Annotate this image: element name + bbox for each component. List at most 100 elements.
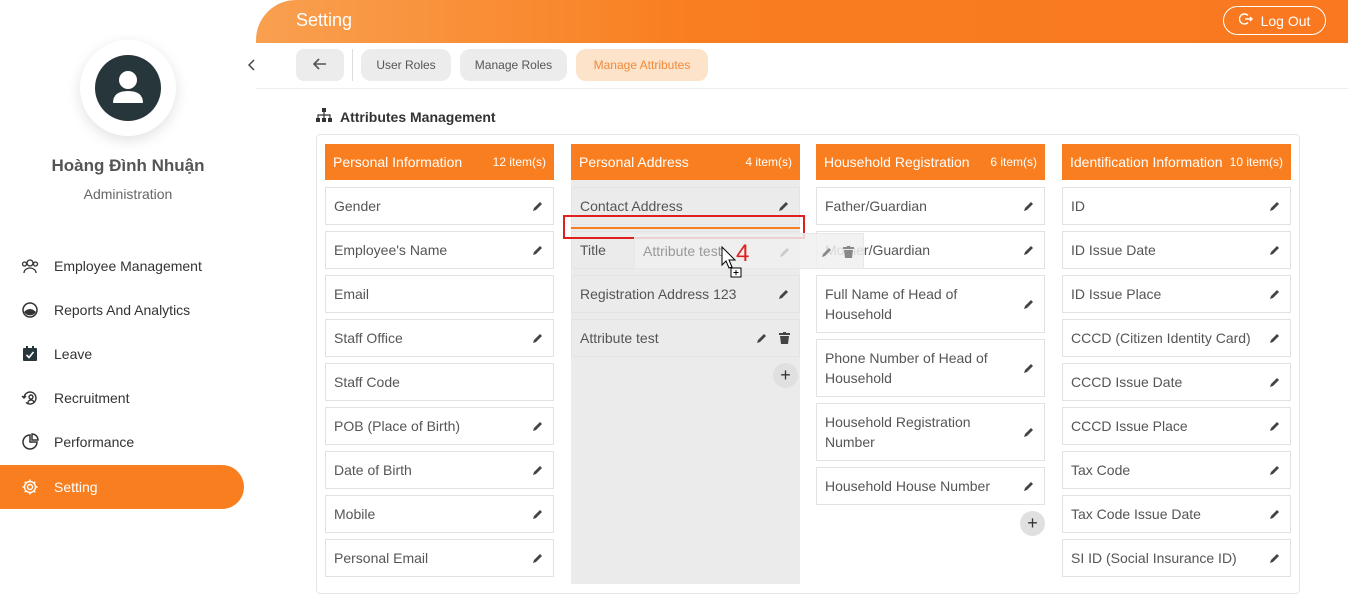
pencil-icon[interactable] (1268, 375, 1282, 389)
column-title: Household Registration (824, 154, 970, 170)
pencil-icon[interactable] (1022, 199, 1036, 213)
column-count: 12 item(s) (492, 155, 546, 169)
pencil-icon[interactable] (531, 419, 545, 433)
nav-label: Performance (54, 434, 135, 450)
pencil-icon[interactable] (531, 507, 545, 521)
pencil-icon[interactable] (1022, 243, 1036, 257)
attribute-label: SI ID (Social Insurance ID) (1071, 550, 1237, 566)
pencil-icon[interactable] (531, 243, 545, 257)
attribute-card[interactable]: ID Issue Date (1062, 231, 1291, 269)
column-header[interactable]: Identification Information 10 item(s) (1062, 144, 1291, 180)
attribute-card[interactable]: Personal Email (325, 539, 554, 577)
nav-recruitment[interactable]: Recruitment (0, 376, 244, 420)
tab-user-roles[interactable]: User Roles (361, 49, 451, 81)
pencil-icon[interactable] (531, 463, 545, 477)
attribute-card[interactable]: POB (Place of Birth) (325, 407, 554, 445)
attribute-card[interactable]: Tax Code Issue Date (1062, 495, 1291, 533)
top-header: Setting Log Out (256, 0, 1348, 43)
attribute-card[interactable]: CCCD (Citizen Identity Card) (1062, 319, 1291, 357)
section-title: Attributes Management (316, 108, 496, 125)
attribute-label: POB (Place of Birth) (334, 418, 461, 434)
pencil-icon[interactable] (531, 199, 545, 213)
nav-performance[interactable]: Performance (0, 420, 244, 464)
back-button[interactable] (296, 49, 344, 81)
attribute-card[interactable]: ID Issue Place (1062, 275, 1291, 313)
pencil-icon[interactable] (1268, 331, 1282, 345)
collapse-sidebar-icon[interactable] (247, 58, 256, 74)
attribute-card[interactable]: ID (1062, 187, 1291, 225)
pencil-icon[interactable] (1268, 419, 1282, 433)
avatar[interactable] (80, 40, 176, 136)
nav-employee-management[interactable]: Employee Management (0, 244, 244, 288)
attribute-card[interactable]: Staff Code (325, 363, 554, 401)
section-title-text: Attributes Management (340, 108, 496, 125)
nav-leave[interactable]: Leave (0, 332, 244, 376)
pencil-icon[interactable] (1268, 507, 1282, 521)
attribute-card[interactable]: Father/Guardian (816, 187, 1045, 225)
tab-bar: User Roles Manage Roles Manage Attribute… (256, 43, 1348, 89)
attribute-card[interactable]: CCCD Issue Date (1062, 363, 1291, 401)
pencil-icon[interactable] (777, 199, 791, 213)
pencil-icon[interactable] (1022, 361, 1036, 375)
attribute-card[interactable]: Staff Office (325, 319, 554, 357)
logout-button[interactable]: Log Out (1223, 6, 1326, 35)
add-attribute-button[interactable]: + (1020, 511, 1045, 536)
pencil-icon[interactable] (1268, 287, 1282, 301)
column-title: Personal Information (333, 154, 463, 170)
add-attribute-button[interactable]: + (773, 363, 798, 388)
attribute-card[interactable]: Household House Number (816, 467, 1045, 505)
attribute-card[interactable]: Date of Birth (325, 451, 554, 489)
tab-manage-attributes[interactable]: Manage Attributes (576, 49, 708, 81)
column-header[interactable]: Personal Address 4 item(s) (571, 144, 800, 180)
plus-icon: + (780, 365, 791, 385)
trash-icon[interactable] (777, 331, 791, 345)
pencil-icon[interactable] (531, 331, 545, 345)
divider (352, 49, 353, 81)
pencil-icon[interactable] (1268, 199, 1282, 213)
column-identification-information: Identification Information 10 item(s) ID… (1062, 144, 1291, 584)
attribute-card[interactable]: Employee's Name (325, 231, 554, 269)
users-icon (20, 256, 40, 276)
attribute-card[interactable]: Gender (325, 187, 554, 225)
gear-icon (20, 477, 40, 497)
tab-manage-roles[interactable]: Manage Roles (460, 49, 567, 81)
attribute-label: ID Issue Date (1071, 242, 1156, 258)
attribute-label: Tax Code Issue Date (1071, 506, 1201, 522)
attribute-card[interactable]: CCCD Issue Place (1062, 407, 1291, 445)
column-header[interactable]: Personal Information 12 item(s) (325, 144, 554, 180)
attribute-card[interactable]: Email (325, 275, 554, 313)
attribute-card[interactable]: Household Registration Number (816, 403, 1045, 461)
pencil-icon[interactable] (1268, 463, 1282, 477)
attribute-label: Household Registration Number (825, 414, 971, 450)
attribute-card[interactable]: Tax Code (1062, 451, 1291, 489)
attribute-card[interactable]: Registration Address 123 (571, 275, 800, 313)
column-header[interactable]: Household Registration 6 item(s) (816, 144, 1045, 180)
attribute-card[interactable]: Phone Number of Head of Household (816, 339, 1045, 397)
column-title: Identification Information (1070, 154, 1223, 170)
attribute-card[interactable]: Attribute test (571, 319, 800, 357)
pencil-icon[interactable] (777, 287, 791, 301)
attribute-card[interactable]: Full Name of Head of Household (816, 275, 1045, 333)
attribute-label: Registration Address 123 (580, 286, 737, 302)
pencil-icon[interactable] (1022, 425, 1036, 439)
sidebar: Hoàng Đình Nhuận Administration Employee… (0, 0, 256, 584)
sitemap-icon (316, 108, 332, 125)
pencil-icon[interactable] (1022, 479, 1036, 493)
pencil-icon[interactable] (1268, 243, 1282, 257)
attribute-card[interactable]: SI ID (Social Insurance ID) (1062, 539, 1291, 577)
trash-icon (843, 245, 854, 261)
pencil-icon[interactable] (1268, 551, 1282, 565)
user-role: Administration (83, 186, 173, 202)
attribute-label: Date of Birth (334, 462, 412, 478)
pencil-icon[interactable] (755, 331, 769, 345)
attribute-label: Father/Guardian (825, 198, 927, 214)
column-count: 6 item(s) (990, 155, 1037, 169)
attribute-card[interactable]: Mobile (325, 495, 554, 533)
pencil-icon[interactable] (531, 551, 545, 565)
plus-icon: + (1027, 513, 1038, 533)
attribute-label: ID (1071, 198, 1085, 214)
nav-label: Employee Management (54, 258, 202, 274)
nav-setting[interactable]: Setting (0, 465, 244, 509)
nav-reports-and-analytics[interactable]: Reports And Analytics (0, 288, 244, 332)
pencil-icon[interactable] (1022, 297, 1036, 311)
